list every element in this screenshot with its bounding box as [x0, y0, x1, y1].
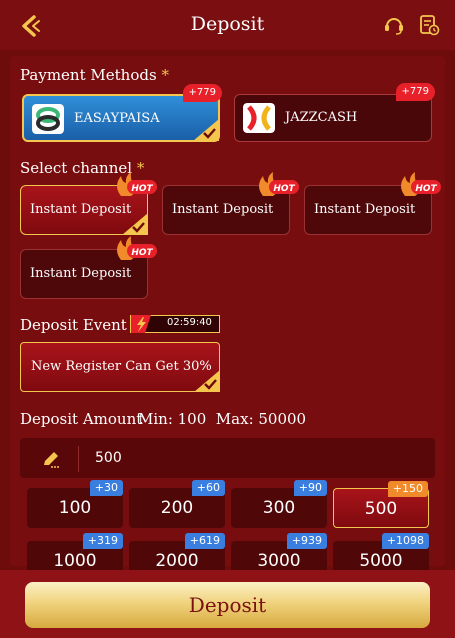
amount-option-value: 100 [58, 498, 92, 518]
channel-label: Instant Deposit [30, 266, 132, 281]
amount-bonus-badge: +60 [191, 480, 225, 496]
timer-text: 02:59:40 [167, 317, 212, 328]
deposit-button[interactable]: Deposit [25, 582, 430, 628]
channel-option[interactable]: Instant Deposit HOT [162, 172, 299, 235]
amount-bonus-badge: +30 [89, 480, 123, 496]
hot-badge-icon: HOT [259, 172, 299, 196]
amount-option-value: 300 [262, 498, 296, 518]
payment-method-jazzcash[interactable]: JAZZCASH +779 [234, 83, 435, 142]
deposit-amount-label: Deposit Amount [20, 410, 143, 428]
headset-support-icon[interactable] [383, 14, 405, 36]
lightning-bolt-icon [131, 315, 151, 333]
svg-text:HOT: HOT [415, 184, 437, 194]
amount-option-value: 500 [364, 499, 398, 519]
bonus-badge: +779 [395, 83, 435, 101]
selected-check-icon [194, 370, 220, 392]
event-offer-label: New Register Can Get 30% [31, 359, 212, 374]
channel-label: Instant Deposit [30, 202, 132, 217]
amount-input-field[interactable]: 500 [20, 438, 435, 478]
deposit-event-label: Deposit Event * [20, 316, 139, 334]
amount-option-selected[interactable]: 500 +150 [333, 481, 429, 528]
svg-text:HOT: HOT [131, 184, 153, 194]
jazzcash-logo-icon [243, 103, 275, 133]
payment-method-name: JAZZCASH [285, 110, 358, 125]
amount-option-value: 1000 [53, 551, 97, 571]
input-divider [78, 446, 79, 472]
payment-methods-label: Payment Methods * [20, 66, 169, 84]
hot-badge-icon: HOT [401, 172, 441, 196]
amount-option-value: 5000 [359, 551, 403, 571]
amount-option-value: 3000 [257, 551, 301, 571]
hot-badge-icon: HOT [117, 172, 157, 196]
amount-bonus-badge: +90 [293, 480, 327, 496]
amount-option-value: 200 [160, 498, 194, 518]
amount-option[interactable]: 200 +60 [129, 480, 225, 528]
amount-bonus-badge: +319 [82, 533, 123, 549]
channel-label: Instant Deposit [172, 202, 274, 217]
bonus-badge: +779 [182, 84, 222, 102]
svg-text:HOT: HOT [273, 184, 295, 194]
amount-bonus-badge: +1098 [381, 533, 429, 549]
amount-bonus-badge: +150 [387, 481, 428, 497]
channel-option[interactable]: Instant Deposit HOT [304, 172, 441, 235]
header-bar: Deposit [0, 0, 455, 50]
pencil-edit-icon [44, 452, 59, 468]
amount-option[interactable]: 100 +30 [27, 480, 123, 528]
selected-check-icon [193, 119, 219, 141]
channel-option[interactable]: Instant Deposit HOT [20, 236, 157, 299]
amount-bonus-badge: +619 [184, 533, 225, 549]
amount-range-text: Min: 100 Max: 50000 [138, 410, 307, 428]
amount-option-value: 2000 [155, 551, 199, 571]
event-offer-card[interactable]: New Register Can Get 30% [20, 342, 220, 392]
easypaisa-logo-icon [32, 104, 64, 134]
payment-method-name: EASAYPAISA [74, 111, 160, 126]
deposit-record-icon[interactable] [418, 14, 440, 36]
amount-value[interactable]: 500 [95, 450, 122, 466]
event-countdown-timer: 02:59:40 [130, 315, 220, 333]
amount-option[interactable]: 300 +90 [231, 480, 327, 528]
amount-bonus-badge: +939 [286, 533, 327, 549]
channel-label: Instant Deposit [314, 202, 416, 217]
hot-badge-icon: HOT [117, 236, 157, 260]
selected-check-icon [122, 213, 148, 235]
channel-option[interactable]: Instant Deposit HOT [20, 172, 157, 235]
svg-text:HOT: HOT [131, 248, 153, 258]
payment-method-easypaisa[interactable]: EASAYPAISA +779 [22, 84, 222, 142]
